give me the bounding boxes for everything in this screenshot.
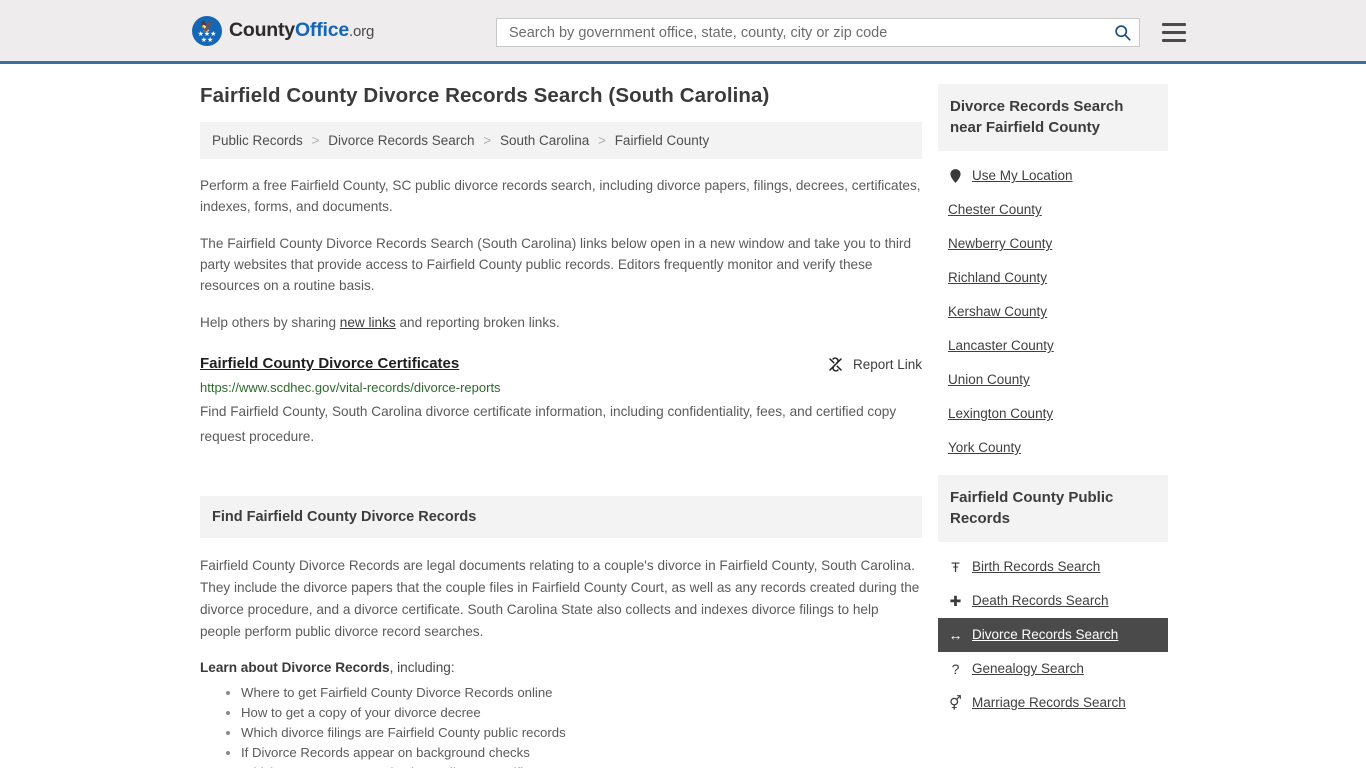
map-pin-icon	[948, 169, 963, 183]
sidebar-item-use-my-location[interactable]: Use My Location	[938, 159, 1168, 193]
baby-icon: Ŧ	[951, 559, 960, 575]
breadcrumb-separator: >	[483, 133, 492, 148]
breadcrumb-item-fairfield-county[interactable]: Fairfield County	[615, 133, 710, 148]
sidebar-link-newberry-county[interactable]: Newberry County	[948, 235, 1052, 253]
report-link-button[interactable]: Report Link	[827, 355, 922, 373]
report-link-label: Report Link	[852, 357, 922, 372]
sidebar-link-birth-records-search[interactable]: Birth Records Search	[972, 558, 1100, 576]
panel-heading-public-records: Fairfield County Public Records	[938, 475, 1168, 542]
breadcrumb-item-public-records[interactable]: Public Records	[212, 133, 303, 148]
sidebar-item-lexington-county[interactable]: Lexington County	[938, 397, 1168, 431]
logo-text-org: .org	[349, 23, 375, 40]
public-records-list: Ŧ Birth Records Search ✚ Death Records S…	[938, 542, 1168, 720]
list-item: How to get a copy of your divorce decree	[241, 703, 922, 723]
sidebar-link-divorce-records-search[interactable]: Divorce Records Search	[972, 626, 1118, 644]
sidebar-item-newberry-county[interactable]: Newberry County	[938, 227, 1168, 261]
sidebar-link-union-county[interactable]: Union County	[948, 371, 1030, 389]
intro-paragraph-1: Perform a free Fairfield County, SC publ…	[200, 178, 921, 214]
breadcrumb: Public Records > Divorce Records Search …	[200, 122, 922, 159]
cross-icon: ✚	[949, 593, 962, 609]
site-header: 🦅 ★★★ ★★ CountyOffice.org	[0, 0, 1366, 64]
breadcrumb-separator: >	[598, 133, 606, 148]
question-mark-icon: ?	[951, 661, 960, 677]
sidebar-link-genealogy-search[interactable]: Genealogy Search	[972, 660, 1084, 678]
intro-paragraph-2: The Fairfield County Divorce Records Sea…	[200, 236, 912, 293]
hamburger-menu-icon[interactable]	[1162, 23, 1186, 42]
sidebar-item-lancaster-county[interactable]: Lancaster County	[938, 329, 1168, 363]
sidebar-link-richland-county[interactable]: Richland County	[948, 269, 1047, 287]
eagle-seal-logo-icon: 🦅 ★★★ ★★	[192, 15, 222, 46]
hamburger-bar	[1162, 23, 1186, 26]
logo-text-county: County	[229, 19, 295, 41]
logo-text-office: Office	[294, 19, 350, 41]
site-logo[interactable]: 🦅 ★★★ ★★ CountyOffice.org	[192, 15, 374, 46]
result-listing: Fairfield County Divorce Certificates Re…	[200, 355, 922, 449]
learn-about-heading: Learn about Divorce Records, including:	[200, 660, 922, 675]
learn-about-heading-bold: Learn about Divorce Records	[200, 660, 390, 675]
hamburger-bar	[1162, 39, 1186, 42]
sidebar-item-york-county[interactable]: York County	[938, 431, 1168, 465]
broken-link-icon	[827, 356, 844, 373]
panel-public-records: Fairfield County Public Records Ŧ Birth …	[938, 475, 1168, 720]
breadcrumb-item-divorce-records-search[interactable]: Divorce Records Search	[328, 133, 474, 148]
breadcrumb-separator: >	[311, 133, 320, 148]
share-links-paragraph: Help others by sharing new links and rep…	[200, 312, 922, 333]
sidebar-item-death-records-search[interactable]: ✚ Death Records Search	[938, 584, 1168, 618]
sidebar-item-divorce-records-search[interactable]: ↔ Divorce Records Search	[938, 618, 1168, 652]
sidebar-item-marriage-records-search[interactable]: ⚥ Marriage Records Search	[938, 686, 1168, 720]
search-icon[interactable]	[1114, 24, 1131, 41]
sidebar-item-richland-county[interactable]: Richland County	[938, 261, 1168, 295]
sidebar-item-union-county[interactable]: Union County	[938, 363, 1168, 397]
nearby-county-list: Use My Location Chester County Newberry …	[938, 151, 1168, 465]
sidebar-item-birth-records-search[interactable]: Ŧ Birth Records Search	[938, 550, 1168, 584]
split-arrows-icon: ↔	[948, 627, 963, 643]
sidebar-link-lexington-county[interactable]: Lexington County	[948, 405, 1053, 423]
sidebar-link-death-records-search[interactable]: Death Records Search	[972, 592, 1109, 610]
sidebar-link-use-my-location[interactable]: Use My Location	[972, 167, 1073, 185]
sidebar-link-marriage-records-search[interactable]: Marriage Records Search	[972, 694, 1126, 712]
panel-nearby-searches: Divorce Records Search near Fairfield Co…	[938, 84, 1168, 465]
male-female-icon: ⚥	[949, 695, 962, 711]
sidebar-link-kershaw-county[interactable]: Kershaw County	[948, 303, 1047, 321]
section-heading-find-records: Find Fairfield County Divorce Records	[200, 496, 922, 538]
learn-about-heading-rest: , including:	[389, 660, 455, 675]
content-columns: Fairfield County Divorce Records Search …	[200, 64, 1174, 768]
listing-description: Find Fairfield County, South Carolina di…	[200, 404, 897, 444]
page-container: Fairfield County Divorce Records Search …	[0, 64, 1366, 768]
share-suffix: and reporting broken links.	[395, 315, 560, 330]
sidebar-link-chester-county[interactable]: Chester County	[948, 201, 1042, 219]
share-prefix: Help others by sharing	[200, 315, 340, 330]
search-box[interactable]	[496, 18, 1140, 47]
sidebar-link-york-county[interactable]: York County	[948, 439, 1021, 457]
search-input[interactable]	[507, 23, 1114, 42]
panel-heading-nearby: Divorce Records Search near Fairfield Co…	[938, 84, 1168, 151]
new-links-link[interactable]: new links	[340, 315, 396, 330]
header-search-area	[496, 18, 1186, 47]
listing-header-row: Fairfield County Divorce Certificates Re…	[200, 355, 922, 373]
list-item: Which government agencies issue divorce …	[241, 763, 922, 768]
sidebar-item-kershaw-county[interactable]: Kershaw County	[938, 295, 1168, 329]
list-item: Which divorce filings are Fairfield Coun…	[241, 723, 922, 743]
main-content: Fairfield County Divorce Records Search …	[200, 84, 922, 768]
sidebar-link-lancaster-county[interactable]: Lancaster County	[948, 337, 1054, 355]
sidebar-item-genealogy-search[interactable]: ? Genealogy Search	[938, 652, 1168, 686]
hamburger-bar	[1162, 31, 1186, 34]
learn-bullet-list: Where to get Fairfield County Divorce Re…	[200, 683, 922, 768]
listing-url: https://www.scdhec.gov/vital-records/div…	[200, 380, 501, 395]
list-item: Where to get Fairfield County Divorce Re…	[241, 683, 922, 703]
list-item: If Divorce Records appear on background …	[241, 743, 922, 763]
sidebar: Divorce Records Search near Fairfield Co…	[938, 84, 1168, 768]
sidebar-item-chester-county[interactable]: Chester County	[938, 193, 1168, 227]
breadcrumb-item-south-carolina[interactable]: South Carolina	[500, 133, 589, 148]
page-title: Fairfield County Divorce Records Search …	[200, 84, 770, 107]
section-body-text: Fairfield County Divorce Records are leg…	[200, 558, 920, 639]
listing-title-link[interactable]: Fairfield County Divorce Certificates	[200, 355, 459, 372]
logo-wordmark: CountyOffice.org	[229, 19, 374, 42]
